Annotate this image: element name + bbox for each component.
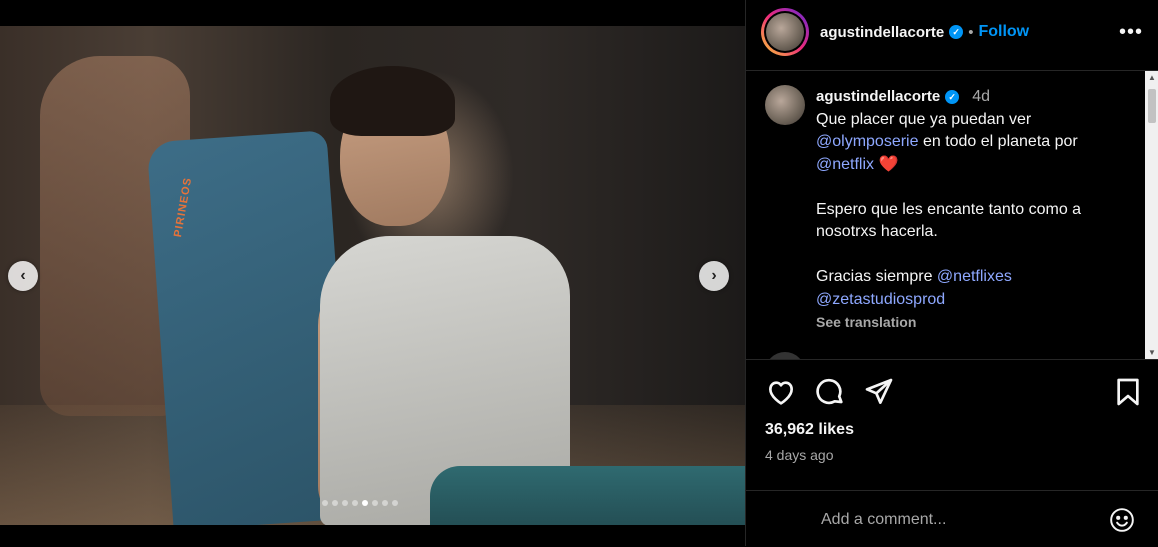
verified-badge-icon: ✓: [949, 25, 964, 39]
caption-author-avatar[interactable]: [765, 85, 805, 125]
scroll-down-icon[interactable]: ▼: [1148, 348, 1156, 357]
previous-slide-button[interactable]: ‹: [8, 261, 38, 291]
caption-author-username[interactable]: agustindellacorte: [816, 86, 940, 109]
carousel-dot: [362, 500, 368, 506]
heart-icon[interactable]: [765, 376, 797, 408]
post-media: PIRINEOS ‹ ›: [0, 0, 745, 546]
caption-text: Que placer que ya puedan ver @olymposeri…: [816, 109, 1136, 312]
pants: [430, 466, 745, 525]
mention-link[interactable]: @zetastudiosprod: [816, 291, 945, 308]
caption-line: Que placer que ya puedan ver: [816, 110, 1032, 128]
post-date[interactable]: 4 days ago: [765, 447, 834, 463]
author-info: agustindellacorte ✓ • Follow: [820, 23, 1029, 41]
caption-line: en todo el planeta por: [918, 133, 1078, 150]
post-header: agustindellacorte ✓ • Follow •••: [746, 0, 1158, 71]
likes-count[interactable]: 36,962 likes: [765, 421, 854, 439]
scroll-up-icon[interactable]: ▲: [1148, 73, 1156, 82]
post-side-panel: agustindellacorte ✓ • Follow ••• agustin…: [745, 0, 1158, 546]
comments-scrollbar[interactable]: ▲ ▼: [1145, 71, 1158, 359]
post-photo[interactable]: PIRINEOS: [0, 26, 745, 525]
add-comment-bar: Add a comment...: [746, 490, 1158, 547]
carousel-dot: [382, 500, 388, 506]
carousel-indicators: [322, 500, 398, 506]
see-translation-link[interactable]: See translation: [816, 311, 1136, 334]
carousel-dot: [392, 500, 398, 506]
comments-section[interactable]: agustindellacorte ✓ 4d Que placer que ya…: [746, 71, 1158, 360]
heart-emoji: ❤️: [874, 155, 899, 173]
author-avatar-ring[interactable]: [761, 8, 809, 56]
carousel-dot: [342, 500, 348, 506]
scrollbar-thumb[interactable]: [1148, 89, 1156, 123]
avatar: [766, 13, 804, 51]
separator-dot: •: [968, 23, 974, 41]
mention-link[interactable]: @olymposerie: [816, 133, 919, 150]
comment-icon[interactable]: [814, 376, 846, 408]
comment-input[interactable]: Add a comment...: [821, 511, 946, 529]
mention-link[interactable]: @netflix: [816, 156, 874, 173]
carousel-dot: [352, 500, 358, 506]
caption-time[interactable]: 4d: [972, 86, 990, 109]
chevron-left-icon: ‹: [20, 267, 26, 284]
carousel-dot: [332, 500, 338, 506]
more-options-icon[interactable]: •••: [1119, 22, 1143, 42]
mention-link[interactable]: @netflixes: [937, 268, 1012, 285]
caption-line: Gracias siempre: [816, 268, 937, 285]
carousel-dot: [322, 500, 328, 506]
emoji-icon[interactable]: [1109, 507, 1135, 533]
action-bar: [746, 376, 1158, 412]
comment-avatar[interactable]: [765, 352, 805, 359]
follow-button[interactable]: Follow: [978, 23, 1029, 41]
bookmark-icon[interactable]: [1112, 376, 1144, 408]
author-username[interactable]: agustindellacorte: [820, 24, 944, 41]
share-icon[interactable]: [863, 376, 895, 408]
chevron-right-icon: ›: [711, 267, 717, 284]
caption-paragraph: Espero que les encante tanto como a noso…: [816, 200, 1082, 241]
next-slide-button[interactable]: ›: [699, 261, 729, 291]
carousel-dot: [372, 500, 378, 506]
hair: [330, 66, 455, 136]
caption: agustindellacorte ✓ 4d Que placer que ya…: [816, 86, 1136, 334]
verified-badge-icon: ✓: [945, 90, 960, 105]
